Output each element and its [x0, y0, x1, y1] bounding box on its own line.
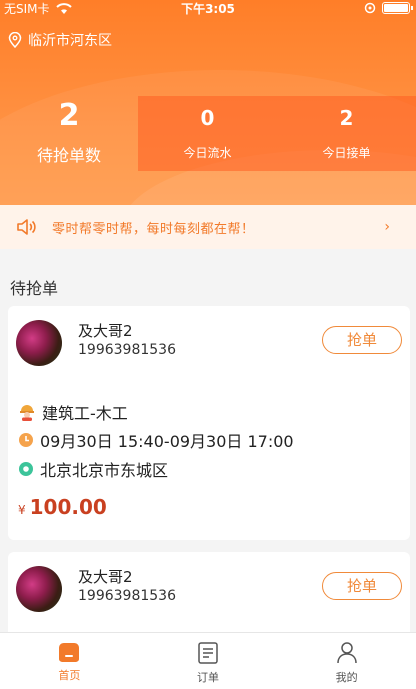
tab-label: 我的	[335, 671, 358, 684]
today-accepted-value: 2	[339, 106, 354, 130]
tab-home[interactable]: 首页	[0, 633, 139, 689]
today-flow-label: 今日流水	[183, 146, 232, 160]
avatar	[16, 566, 62, 612]
customer-phone: 19963981536	[78, 588, 176, 604]
job-type: 建筑工-木工	[42, 404, 128, 423]
grab-order-button[interactable]: 抢单	[322, 572, 402, 600]
work-time: 09月30日 15:40-09月30日 17:00	[40, 432, 294, 451]
stats-panel: 0 今日流水 2 今日接单	[138, 96, 416, 171]
section-title: 待抢单	[10, 279, 59, 298]
orders-icon	[198, 642, 218, 664]
chevron-right-icon: ›	[384, 219, 390, 235]
grab-order-button[interactable]: 抢单	[322, 326, 402, 354]
location-text: 临沂市河东区	[28, 33, 112, 49]
today-flow-value: 0	[200, 106, 215, 130]
location-pin-icon	[8, 32, 22, 48]
tab-orders[interactable]: 订单	[139, 633, 278, 689]
location-selector[interactable]: 临沂市河东区	[8, 30, 112, 50]
pending-label: 待抢单数	[36, 146, 101, 165]
customer-phone: 19963981536	[78, 342, 176, 358]
notice-bar[interactable]: 零时帮零时帮，每时每刻都在帮！ ›	[0, 205, 416, 249]
speaker-icon	[17, 219, 36, 235]
avatar	[16, 320, 62, 366]
home-icon	[59, 643, 80, 662]
order-card[interactable]: 及大哥2 19963981536 抢单	[8, 552, 410, 632]
address-row: 北京北京市东城区	[18, 457, 168, 481]
rotation-lock-icon	[364, 2, 376, 14]
tab-bar: 首页 订单 我的	[0, 632, 416, 689]
today-accepted-label: 今日接单	[322, 146, 371, 160]
location-dot-icon	[19, 462, 33, 476]
pending-orders-stat[interactable]: 2 待抢单数	[0, 96, 138, 171]
customer-name: 及大哥2	[78, 568, 133, 586]
worker-icon	[20, 405, 34, 421]
battery-icon	[382, 2, 413, 14]
time-row: 09月30日 15:40-09月30日 17:00	[18, 428, 294, 452]
notice-text: 零时帮零时帮，每时每刻都在帮！	[52, 221, 255, 237]
today-accepted-stat[interactable]: 2 今日接单	[277, 96, 416, 171]
order-price: ¥100.00	[18, 495, 107, 519]
tab-label: 订单	[197, 671, 219, 684]
currency-symbol: ¥	[18, 503, 26, 517]
price-value: 100.00	[29, 495, 107, 519]
tab-profile[interactable]: 我的	[277, 633, 416, 689]
tab-label: 首页	[58, 669, 81, 682]
header: 无SIM卡 下午3:05 临沂市河东区 2 待抢单数 0 今日流水 2 今日接单	[0, 0, 416, 205]
job-row: 建筑工-木工	[18, 400, 128, 424]
order-card[interactable]: 及大哥2 19963981536 抢单 建筑工-木工 09月30日 15:40-…	[8, 306, 410, 540]
status-time: 下午3:05	[181, 2, 235, 16]
profile-icon	[336, 642, 357, 664]
customer-name: 及大哥2	[78, 322, 133, 340]
pending-count: 2	[58, 98, 80, 133]
work-address: 北京北京市东城区	[40, 461, 169, 480]
today-flow-stat[interactable]: 0 今日流水	[138, 96, 277, 171]
clock-icon	[19, 433, 33, 447]
status-bar: 无SIM卡 下午3:05	[0, 0, 416, 16]
